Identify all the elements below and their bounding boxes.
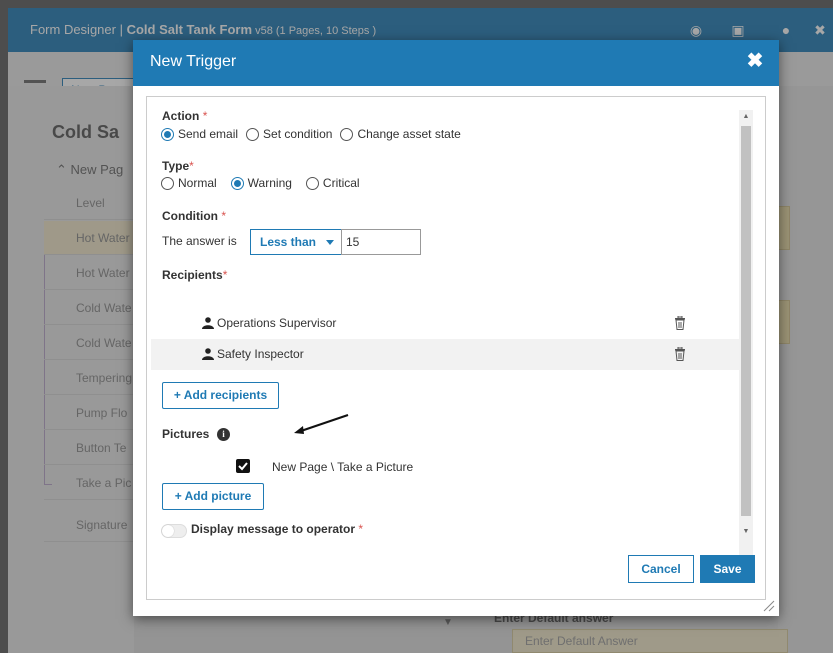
modal-header: New Trigger ✖ (133, 40, 779, 86)
display-message-text: Display message to operator (191, 522, 356, 536)
recipient-row: Safety Inspector (151, 339, 741, 370)
trash-icon[interactable] (674, 316, 686, 330)
required-marker: * (222, 268, 228, 282)
type-radio-group: Normal Warning Critical (161, 176, 368, 190)
scroll-up-icon[interactable]: ▲ (742, 113, 750, 120)
save-button[interactable]: Save (700, 555, 755, 583)
user-icon (202, 348, 214, 360)
action-radio-group: Send email Set condition Change asset st… (161, 127, 469, 141)
modal-body: Action * Send email Set condition Change… (146, 96, 766, 600)
add-recipients-button[interactable]: + Add recipients (162, 382, 279, 409)
display-message-toggle[interactable] (161, 524, 187, 538)
radio-label: Warning (247, 176, 292, 190)
condition-label-text: Condition (162, 209, 218, 223)
cancel-button[interactable]: Cancel (628, 555, 694, 583)
close-icon[interactable]: ✖ (743, 49, 767, 73)
scroll-down-icon[interactable]: ▼ (742, 528, 750, 535)
resize-grip-icon[interactable] (761, 598, 775, 612)
add-picture-button[interactable]: + Add picture (162, 483, 264, 510)
pictures-label: Pictures (162, 427, 210, 441)
action-option-set-condition[interactable]: Set condition (246, 127, 332, 141)
condition-label: Condition * (162, 209, 226, 223)
trash-icon[interactable] (674, 347, 686, 361)
radio-icon[interactable] (161, 176, 174, 190)
radio-label: Normal (178, 176, 217, 190)
chevron-down-icon (326, 240, 334, 245)
required-marker: * (358, 522, 364, 536)
condition-operator-value: Less than (260, 235, 317, 249)
condition-operator-select[interactable]: Less than (250, 229, 343, 255)
required-marker: * (221, 209, 226, 223)
recipient-name: Safety Inspector (217, 347, 304, 361)
condition-value-input[interactable] (341, 229, 421, 255)
modal-scrollbar[interactable]: ▲ ▼ (739, 110, 753, 580)
user-icon (202, 317, 214, 329)
type-option-critical[interactable]: Critical (305, 176, 360, 190)
info-icon[interactable]: i (217, 428, 230, 441)
type-label: Type* (162, 159, 194, 173)
required-marker: * (202, 109, 208, 123)
scroll-thumb[interactable] (741, 126, 751, 516)
radio-label: Critical (322, 176, 360, 190)
radio-icon[interactable] (340, 127, 354, 141)
radio-icon[interactable] (246, 127, 260, 141)
display-message-label: Display message to operator * (191, 522, 363, 536)
arrow-annotation-icon (294, 413, 349, 434)
action-label-text: Action (162, 109, 200, 123)
action-option-change-asset-state[interactable]: Change asset state (340, 127, 461, 141)
radio-icon[interactable] (161, 127, 174, 141)
picture-checkbox[interactable] (236, 459, 250, 473)
radio-label: Set condition (263, 127, 333, 141)
checkmark-icon (238, 462, 248, 471)
recipients-label-text: Recipients (162, 268, 223, 282)
recipient-row: Operations Supervisor (151, 308, 741, 339)
type-label-text: Type (162, 159, 190, 173)
radio-icon[interactable] (305, 176, 319, 190)
required-marker: * (189, 159, 194, 173)
recipient-name: Operations Supervisor (217, 316, 337, 330)
type-option-warning[interactable]: Warning (230, 176, 292, 190)
condition-prefix: The answer is (162, 234, 237, 248)
modal-title: New Trigger (150, 53, 237, 70)
new-trigger-dialog: New Trigger ✖ Action * Send email Set co… (133, 40, 779, 616)
type-option-normal[interactable]: Normal (161, 176, 217, 190)
radio-icon[interactable] (230, 176, 244, 190)
radio-label: Change asset state (357, 127, 461, 141)
radio-label: Send email (178, 127, 239, 141)
recipients-label: Recipients* (162, 268, 227, 282)
picture-item-label: New Page \ Take a Picture (272, 460, 414, 474)
action-label: Action * (162, 109, 207, 123)
action-option-send-email[interactable]: Send email (161, 127, 238, 141)
